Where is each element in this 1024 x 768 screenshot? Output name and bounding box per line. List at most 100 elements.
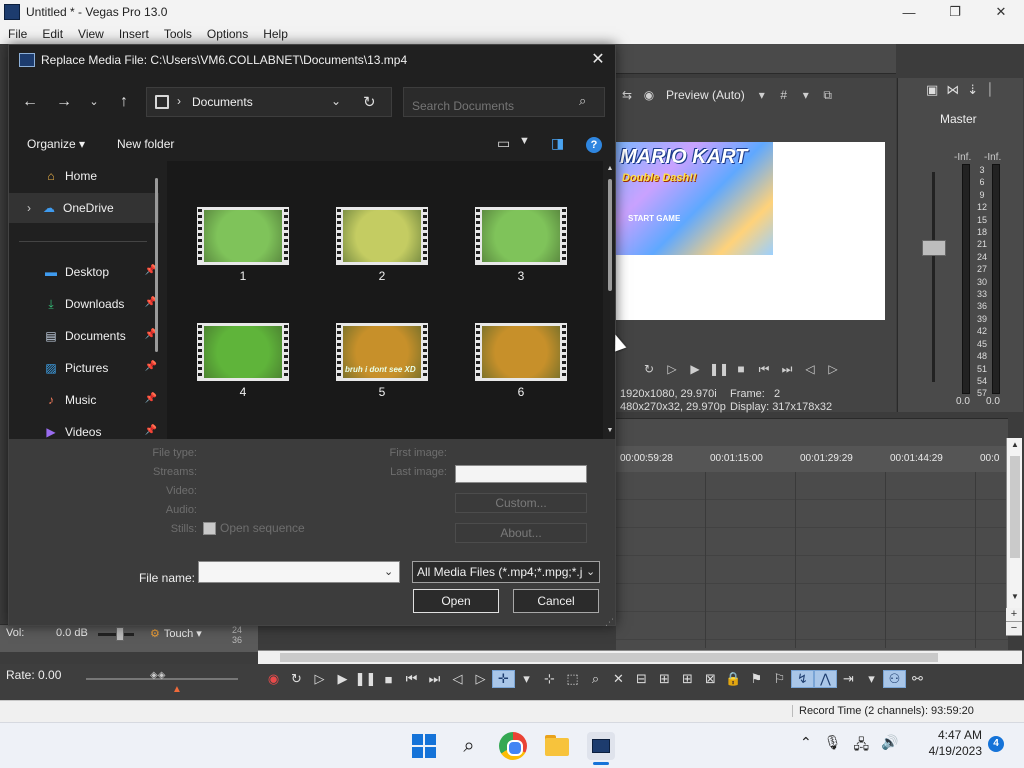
split-icon[interactable]: ⊞ (653, 671, 676, 687)
auto-crossfade-icon[interactable]: ⚇ (883, 670, 906, 688)
forward-arrow-icon[interactable]: → (53, 91, 75, 113)
record-icon[interactable]: ◉ (262, 671, 285, 687)
pin-icon[interactable]: 📌 (145, 425, 157, 436)
master-fader[interactable] (922, 240, 946, 256)
envelope-lock-icon[interactable]: ⋀ (814, 670, 837, 688)
breadcrumb-chevron-icon[interactable]: › (177, 94, 181, 108)
scroll-up-icon[interactable]: ▲ (606, 165, 614, 172)
address-bar[interactable]: › Documents ⌄ ↻ (146, 87, 392, 117)
selection-tool-icon[interactable]: ⬚ (561, 671, 584, 687)
chevron-down-icon[interactable]: ▾ (755, 88, 769, 102)
play-from-start-icon[interactable]: ▷ (663, 362, 681, 376)
menu-options[interactable]: Options (203, 27, 252, 41)
menu-insert[interactable]: Insert (115, 27, 153, 41)
trim-icon[interactable]: ⊟ (630, 671, 653, 687)
breadcrumb-documents[interactable]: Documents (192, 95, 253, 109)
resize-grip-icon[interactable]: ⋰ (605, 617, 614, 628)
zoom-in-icon[interactable]: + (1006, 608, 1022, 622)
custom-button[interactable]: Custom... (455, 493, 587, 513)
menu-tools[interactable]: Tools (160, 27, 196, 41)
file-type-filter-select[interactable]: All Media Files (*.mp4;*.mpg;*.j (412, 561, 600, 583)
nav-item-onedrive[interactable]: › ☁ OneDrive (9, 193, 159, 223)
meter-settings-icon[interactable]: ⏐ (986, 82, 993, 98)
pin-icon[interactable]: 📌 (145, 393, 157, 404)
search-icon[interactable]: ⌕ (455, 732, 483, 760)
cancel-button[interactable]: Cancel (513, 589, 599, 613)
dim-icon[interactable]: ⇣ (967, 82, 978, 98)
open-sequence-checkbox[interactable] (203, 521, 216, 535)
mixer-icon[interactable]: ▣ (926, 82, 938, 98)
nav-item-music[interactable]: ♪ Music 📌 (9, 385, 159, 415)
scroll-down-icon[interactable]: ▼ (1007, 592, 1023, 606)
search-icon[interactable]: ⌕ (579, 93, 586, 109)
file-item[interactable]: 1 (177, 197, 297, 293)
timeline-vertical-scrollbar[interactable]: ▲ ▼ (1006, 438, 1022, 626)
split-alt-icon[interactable]: ⊞ (676, 671, 699, 687)
recent-locations-icon[interactable]: ⌄ (83, 91, 105, 113)
grouping-icon[interactable]: ⚯ (906, 671, 929, 687)
menu-view[interactable]: View (74, 27, 108, 41)
delete-icon[interactable]: ✕ (607, 671, 630, 687)
dialog-close-icon[interactable]: ✕ (587, 49, 609, 71)
go-to-start-icon[interactable]: ⏮ (400, 671, 423, 687)
maximize-button[interactable]: ❐ (932, 0, 978, 24)
last-image-field[interactable] (455, 465, 587, 483)
lock-icon[interactable]: 🔒 (722, 671, 745, 687)
expand-chevron-icon[interactable]: › (23, 200, 35, 216)
loop-icon[interactable]: ↻ (640, 362, 658, 376)
overlays-icon[interactable]: # (777, 88, 791, 102)
go-to-end-icon[interactable]: ⏭ (778, 362, 796, 377)
next-frame-icon[interactable]: ▷ (824, 362, 842, 376)
volume-icon[interactable]: 🔊 (881, 734, 898, 758)
chrome-icon[interactable] (499, 732, 527, 760)
pause-icon[interactable]: ❚❚ (354, 671, 377, 687)
minimize-button[interactable]: — (886, 0, 932, 24)
clock[interactable]: 4:47 AM 4/19/2023 (918, 727, 982, 759)
prev-frame-icon[interactable]: ◁ (801, 362, 819, 376)
file-item[interactable]: 3 (455, 197, 575, 293)
search-input[interactable] (403, 87, 605, 117)
chevron-down-icon[interactable]: ▾ (799, 88, 813, 102)
scroll-thumb[interactable] (1010, 456, 1020, 558)
chevron-down-icon[interactable]: ▾ (515, 671, 538, 687)
back-arrow-icon[interactable]: ← (19, 91, 41, 113)
rate-slider[interactable]: ◈◈ (150, 670, 174, 684)
region-icon[interactable]: ⚐ (768, 671, 791, 687)
envelope-tool-icon[interactable]: ⊹ (538, 671, 561, 687)
downmix-icon[interactable]: ⋈ (946, 82, 959, 98)
volume-slider[interactable] (116, 627, 124, 641)
about-button[interactable]: About... (455, 523, 587, 543)
menu-help[interactable]: Help (259, 27, 292, 41)
microphone-icon[interactable]: 🎙 (824, 734, 842, 758)
chevron-down-icon[interactable]: ⌄ (586, 565, 595, 578)
scroll-up-icon[interactable]: ▲ (1007, 440, 1023, 454)
network-icon[interactable]: 🖧 (854, 734, 870, 758)
next-frame-icon[interactable]: ▷ (469, 671, 492, 687)
loop-icon[interactable]: ↻ (285, 671, 308, 687)
auto-ripple-icon[interactable]: ↯ (791, 670, 814, 688)
nav-item-downloads[interactable]: ⤓ Downloads 📌 (9, 289, 159, 319)
help-icon[interactable]: ? (586, 137, 602, 153)
nav-item-documents[interactable]: ▤ Documents 📌 (9, 321, 159, 351)
file-item[interactable]: 6 (455, 313, 575, 409)
scroll-thumb[interactable] (280, 653, 938, 662)
file-item[interactable]: 2 (316, 197, 436, 293)
preview-settings-icon[interactable]: ◉ (642, 88, 656, 102)
zoom-tool-icon[interactable]: ⌕ (584, 671, 607, 687)
pause-icon[interactable]: ❚❚ (709, 362, 729, 376)
nav-pane-scrollbar[interactable] (155, 178, 158, 352)
address-dropdown-icon[interactable]: ⌄ (331, 94, 341, 108)
go-to-end-icon[interactable]: ⏭ (423, 671, 446, 687)
file-item[interactable]: 4 (177, 313, 297, 409)
pin-icon[interactable]: 📌 (145, 361, 157, 372)
split-screen-icon[interactable]: ⇆ (620, 88, 634, 102)
file-explorer-icon[interactable] (543, 732, 571, 760)
refresh-icon[interactable]: ↻ (363, 93, 376, 111)
stop-icon[interactable]: ■ (732, 362, 750, 376)
file-list-scrollbar[interactable]: ▲ ▼ (605, 165, 615, 437)
nav-item-pictures[interactable]: ▨ Pictures 📌 (9, 353, 159, 383)
organize-button[interactable]: Organize ▾ (27, 137, 85, 151)
preview-pane-icon[interactable]: ◨ (551, 135, 564, 152)
go-to-start-icon[interactable]: ⏮ (755, 362, 773, 377)
zoom-out-icon[interactable]: − (1006, 622, 1022, 636)
